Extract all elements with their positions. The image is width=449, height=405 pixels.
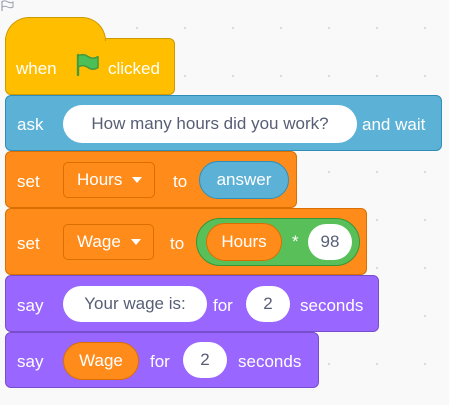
- seconds-label: seconds: [238, 352, 302, 371]
- for-label: for: [213, 296, 233, 315]
- set-label: set: [17, 234, 40, 253]
- for-label: for: [150, 352, 170, 371]
- say-label: say: [17, 296, 44, 315]
- seconds-label: seconds: [300, 296, 364, 315]
- to-label: to: [173, 172, 188, 191]
- say-for-seconds-block[interactable]: say Your wage is: for 2 seconds: [5, 275, 379, 332]
- say-for-seconds-block[interactable]: say Wage for 2 seconds: [5, 332, 319, 388]
- wage-reporter[interactable]: Wage: [63, 342, 139, 380]
- answer-reporter[interactable]: answer: [199, 161, 289, 199]
- green-flag-icon: [76, 53, 99, 77]
- set-hours-block[interactable]: set Hours to answer: [5, 151, 297, 208]
- code-workspace[interactable]: when clicked ask How many hours did you …: [0, 0, 449, 405]
- seconds-input[interactable]: 2: [183, 342, 227, 378]
- seconds-input[interactable]: 2: [246, 286, 290, 322]
- to-label: to: [170, 234, 185, 253]
- say-label: say: [17, 352, 44, 371]
- message-input[interactable]: Your wage is:: [63, 286, 207, 322]
- variable-name: Hours: [77, 170, 123, 189]
- when-label: when: [16, 59, 57, 78]
- hat-block-cap: [5, 17, 106, 41]
- and-wait-label: and wait: [362, 115, 426, 134]
- ask-and-wait-block[interactable]: ask How many hours did you work? and wai…: [5, 95, 442, 151]
- variable-name: Wage: [77, 232, 121, 251]
- set-label: set: [17, 172, 40, 191]
- variable-dropdown-hours[interactable]: Hours: [63, 162, 156, 198]
- dropdown-caret-icon: [132, 177, 143, 183]
- question-input[interactable]: How many hours did you work?: [63, 105, 357, 143]
- set-wage-block[interactable]: set Wage to Hours * 98: [5, 208, 367, 275]
- hours-reporter[interactable]: Hours: [206, 223, 282, 261]
- flag-corner-icon: [1, 0, 14, 11]
- multiply-operator-block[interactable]: Hours * 98: [196, 218, 360, 266]
- variable-dropdown-wage[interactable]: Wage: [63, 224, 154, 260]
- ask-label: ask: [17, 115, 44, 134]
- dropdown-caret-icon: [130, 239, 141, 245]
- multiplier-input[interactable]: 98: [308, 224, 352, 260]
- multiply-symbol: *: [292, 232, 299, 251]
- clicked-label: clicked: [108, 59, 160, 78]
- when-flag-clicked-block[interactable]: when clicked: [5, 17, 175, 95]
